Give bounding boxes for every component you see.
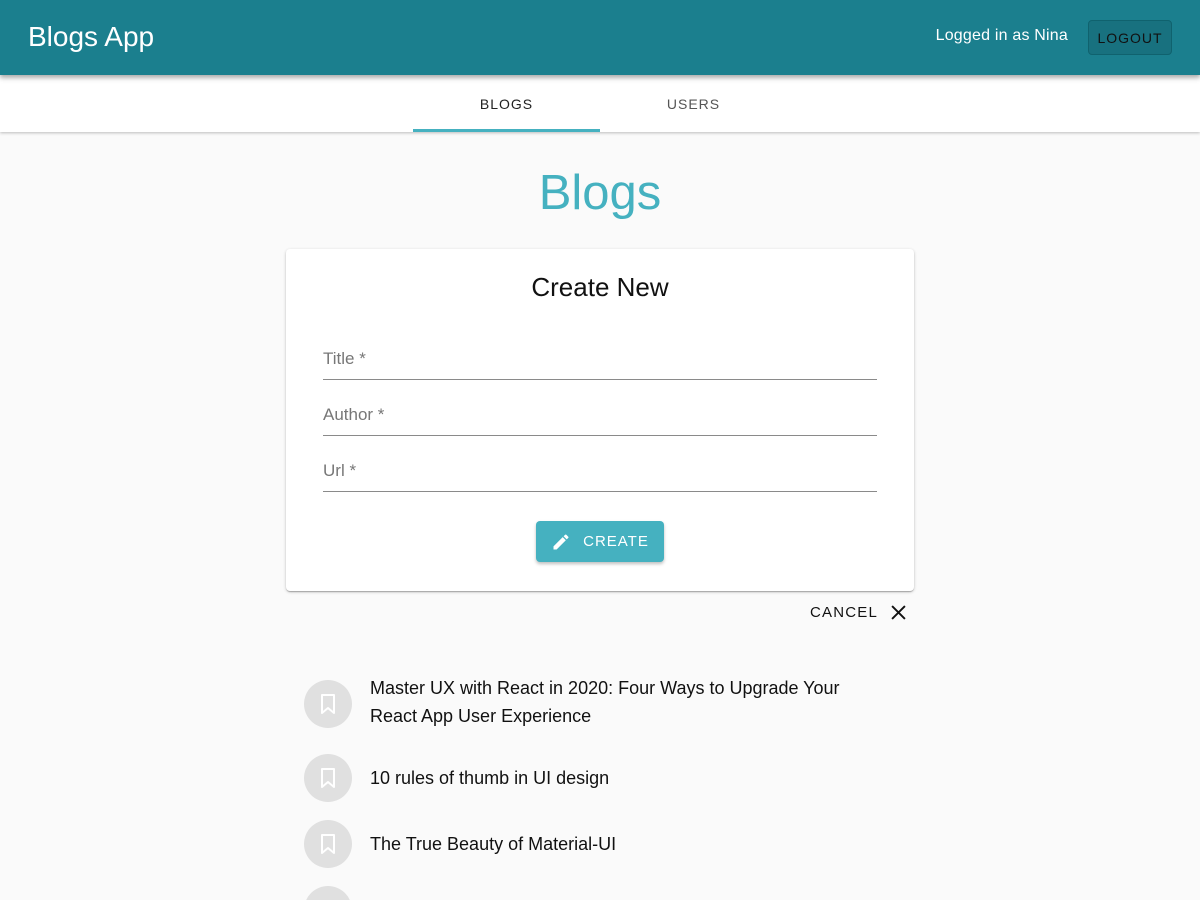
blog-title: The True Beauty of Material-UI xyxy=(370,834,617,854)
blog-avatar xyxy=(304,680,352,728)
blog-avatar xyxy=(304,886,352,900)
blog-list-item[interactable]: The True Beauty of Material-UI xyxy=(304,820,904,868)
blog-title: Master UX with React in 2020: Four Ways … xyxy=(370,678,840,726)
app-bar: Blogs App Logged in as Nina LOGOUT xyxy=(0,0,1200,75)
bookmark-icon xyxy=(321,694,335,714)
blog-list-item[interactable] xyxy=(304,886,904,900)
blog-list: Master UX with React in 2020: Four Ways … xyxy=(304,0,904,900)
bookmark-icon xyxy=(321,834,335,854)
blog-list-item[interactable]: Master UX with React in 2020: Four Ways … xyxy=(304,676,904,736)
blog-list-item[interactable]: 10 rules of thumb in UI design xyxy=(304,754,904,802)
tab-blogs[interactable]: BLOGS xyxy=(413,75,600,132)
tab-indicator xyxy=(413,129,600,132)
blog-title: 10 rules of thumb in UI design xyxy=(370,768,610,788)
bookmark-icon xyxy=(321,768,335,788)
logged-in-text: Logged in as Nina xyxy=(935,27,1068,44)
app-title: Blogs App xyxy=(28,21,155,52)
tab-users[interactable]: USERS xyxy=(600,75,787,132)
tab-bar: BLOGS USERS xyxy=(0,75,1200,132)
blog-avatar xyxy=(304,820,352,868)
logout-button[interactable]: LOGOUT xyxy=(1088,20,1172,55)
blog-avatar xyxy=(304,754,352,802)
